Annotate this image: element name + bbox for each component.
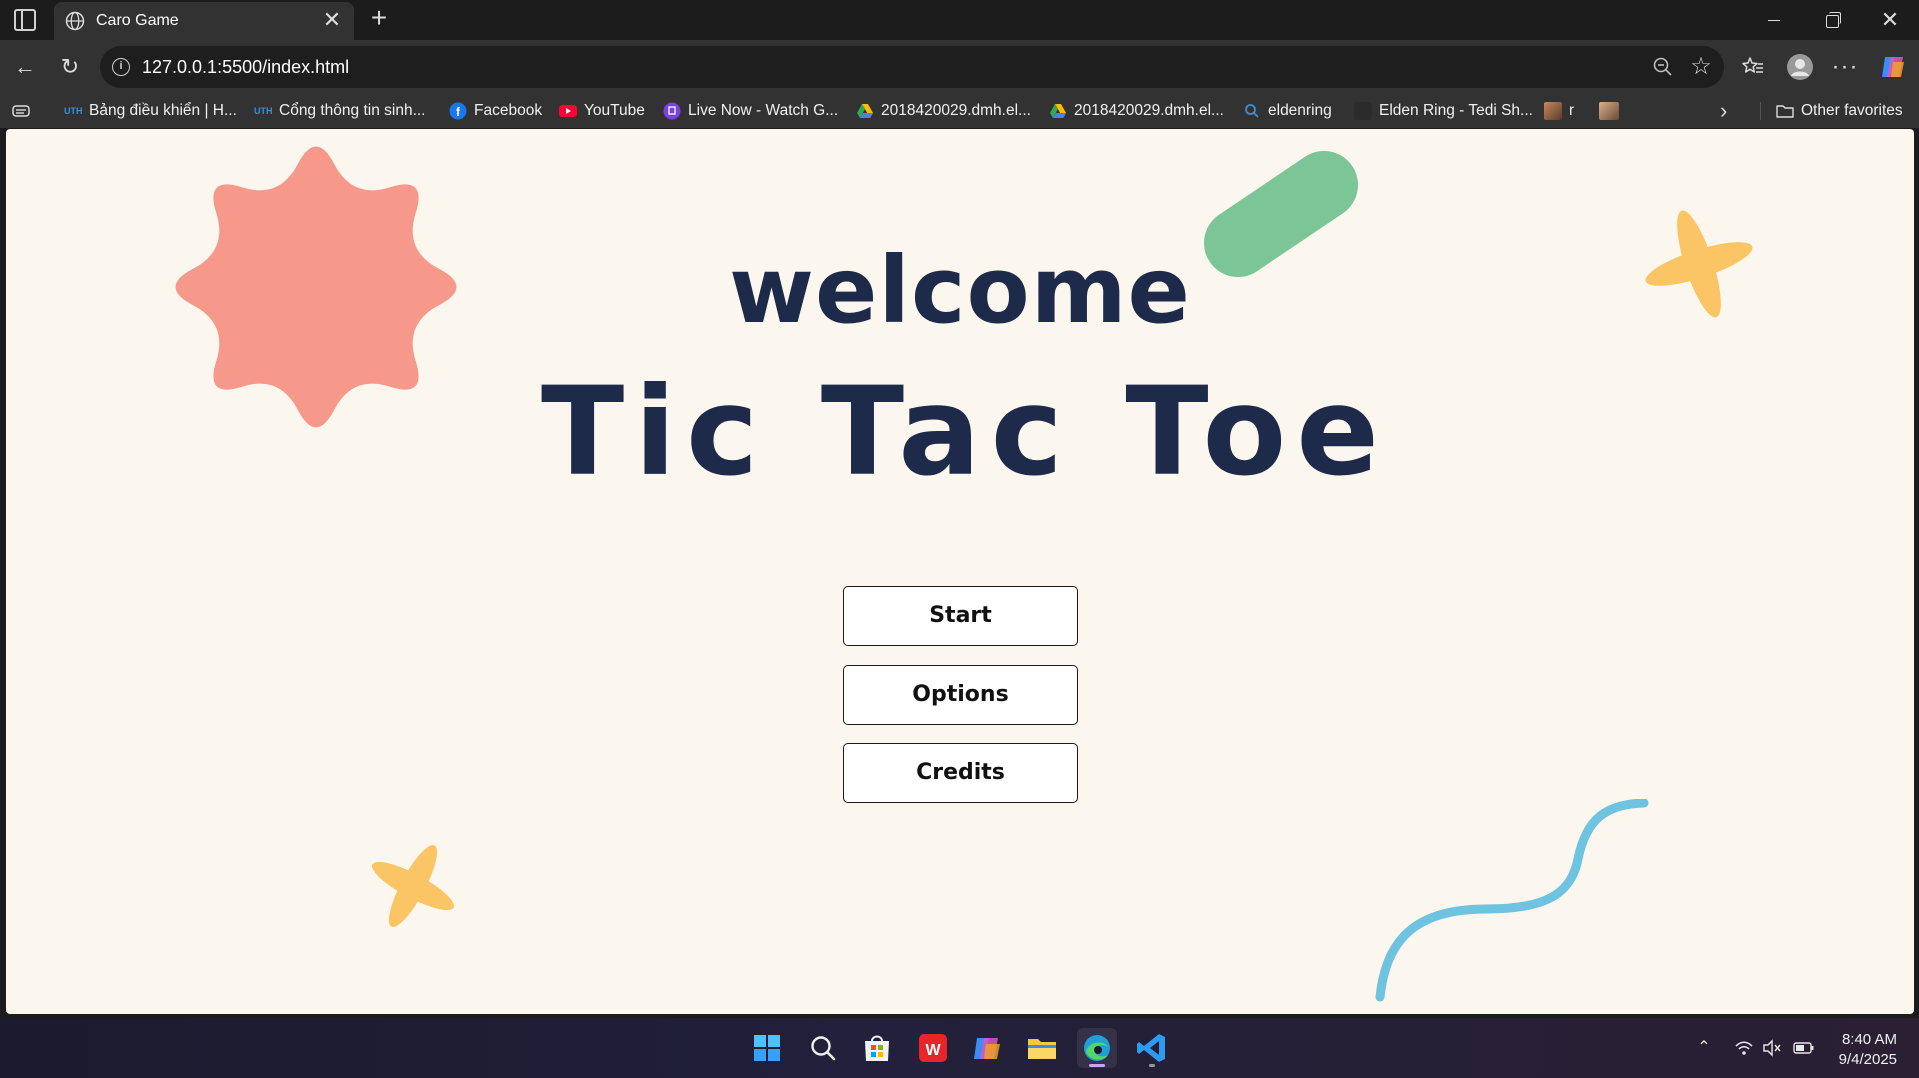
credits-button[interactable]: Credits bbox=[843, 743, 1078, 803]
bookmark-item[interactable]: eldenring bbox=[1243, 100, 1332, 122]
bookmark-label: eldenring bbox=[1268, 102, 1332, 119]
bookmark-label: 2018420029.dmh.el... bbox=[1074, 102, 1224, 119]
add-favorite-star-icon[interactable]: ☆ bbox=[1688, 54, 1714, 80]
bookmark-item[interactable]: UTH Cổng thông tin sinh... bbox=[254, 100, 426, 122]
bookmark-label: Elden Ring - Tedi Sh... bbox=[1379, 102, 1533, 119]
uth-icon: UTH bbox=[254, 106, 273, 116]
vscode-icon[interactable] bbox=[1132, 1028, 1172, 1068]
other-favorites-label: Other favorites bbox=[1801, 102, 1903, 119]
site-info-icon[interactable]: i bbox=[112, 58, 130, 76]
bookmarks-bar: UTH Bảng điều khiển | H... UTH Cổng thôn… bbox=[0, 94, 1919, 128]
other-favorites[interactable]: Other favorites bbox=[1776, 100, 1903, 122]
bookmarks-divider bbox=[1760, 102, 1761, 120]
uth-icon: UTH bbox=[64, 106, 83, 116]
video-icon bbox=[1354, 102, 1372, 120]
file-explorer-icon[interactable] bbox=[1022, 1028, 1062, 1068]
reading-view-icon[interactable] bbox=[12, 100, 37, 122]
wifi-icon[interactable] bbox=[1734, 1038, 1754, 1058]
game-title: Tic Tac Toe bbox=[540, 361, 1390, 503]
running-app-indicator bbox=[1149, 1064, 1155, 1067]
system-clock[interactable]: 8:40 AM 9/4/2025 bbox=[1839, 1030, 1897, 1070]
svg-text:W: W bbox=[925, 1042, 941, 1059]
options-button[interactable]: Options bbox=[843, 665, 1078, 725]
bookmark-label: Live Now - Watch G... bbox=[688, 102, 839, 119]
clock-time: 8:40 AM bbox=[1841, 1031, 1897, 1048]
yellow-sparkle-decoration bbox=[371, 844, 455, 928]
active-app-indicator bbox=[1089, 1064, 1105, 1067]
tab-title: Caro Game bbox=[96, 12, 179, 29]
new-tab-button[interactable]: + bbox=[364, 4, 394, 34]
bookmark-label: r bbox=[1569, 102, 1575, 119]
bookmark-item[interactable] bbox=[1599, 100, 1626, 122]
folder-icon bbox=[1776, 105, 1794, 118]
zoom-out-icon[interactable] bbox=[1652, 56, 1674, 78]
youtube-icon bbox=[559, 105, 577, 117]
url-text[interactable]: 127.0.0.1:5500/index.html bbox=[142, 57, 349, 78]
bookmark-item[interactable]: UTH Bảng điều khiển | H... bbox=[64, 100, 237, 122]
bookmark-label: Cổng thông tin sinh... bbox=[279, 102, 426, 119]
wps-office-icon[interactable]: W bbox=[913, 1028, 953, 1068]
browser-tab-active[interactable]: Caro Game ✕ bbox=[54, 2, 354, 40]
copilot-icon[interactable] bbox=[1878, 52, 1908, 82]
search-icon bbox=[1245, 104, 1259, 118]
back-arrow-icon[interactable]: ← bbox=[10, 52, 40, 82]
bookmark-item[interactable]: 2018420029.dmh.el... bbox=[1049, 100, 1224, 122]
minimize-window-icon[interactable] bbox=[1745, 0, 1803, 40]
bookmark-item[interactable]: r bbox=[1544, 100, 1574, 122]
chevron-right-icon[interactable]: › bbox=[1720, 98, 1727, 124]
search-icon[interactable] bbox=[803, 1028, 843, 1068]
globe-icon bbox=[65, 11, 85, 31]
battery-icon[interactable] bbox=[1793, 1038, 1814, 1058]
bookmark-label: Bảng điều khiển | H... bbox=[89, 102, 237, 119]
address-bar[interactable]: i 127.0.0.1:5500/index.html ☆ bbox=[100, 46, 1724, 88]
restore-window-icon[interactable] bbox=[1803, 0, 1861, 40]
edge-icon[interactable] bbox=[1077, 1028, 1117, 1068]
bookmark-item[interactable]: f Facebook bbox=[449, 100, 542, 122]
twitch-icon bbox=[663, 102, 681, 120]
bookmark-label: Facebook bbox=[474, 102, 543, 119]
bookmark-item[interactable]: Elden Ring - Tedi Sh... bbox=[1354, 100, 1533, 122]
bookmark-label: 2018420029.dmh.el... bbox=[881, 102, 1031, 119]
profile-avatar-icon[interactable] bbox=[1785, 52, 1815, 82]
chevron-up-icon[interactable]: ⌃ bbox=[1694, 1038, 1714, 1058]
google-drive-icon bbox=[857, 104, 873, 118]
blue-squiggle-decoration bbox=[1375, 799, 1649, 1002]
close-window-icon[interactable]: ✕ bbox=[1861, 0, 1919, 40]
reload-icon[interactable]: ↻ bbox=[55, 52, 85, 82]
google-drive-icon bbox=[1050, 104, 1066, 118]
facebook-icon: f bbox=[449, 102, 467, 120]
bookmark-item[interactable]: 2018420029.dmh.el... bbox=[856, 100, 1031, 122]
bookmark-label: YouTube bbox=[584, 102, 645, 119]
microsoft-store-icon[interactable] bbox=[857, 1028, 897, 1068]
welcome-heading: welcome bbox=[729, 237, 1191, 344]
browser-toolbar: ← ↻ i 127.0.0.1:5500/index.html ☆ ··· bbox=[0, 40, 1919, 94]
image-icon bbox=[1599, 102, 1619, 120]
windows-taskbar: W ⌃ 8:40 AM 9/4/2025 bbox=[0, 1018, 1919, 1078]
clock-date: 9/4/2025 bbox=[1838, 1051, 1897, 1068]
volume-muted-icon[interactable] bbox=[1762, 1038, 1782, 1058]
bookmark-item[interactable]: Live Now - Watch G... bbox=[663, 100, 838, 122]
page-viewport: welcome Tic Tac Toe Start Options Credit… bbox=[6, 129, 1914, 1014]
tab-close-icon[interactable]: ✕ bbox=[320, 8, 344, 32]
sidebar-toggle-icon[interactable] bbox=[14, 9, 36, 31]
copilot-icon[interactable] bbox=[967, 1028, 1007, 1068]
bookmark-item[interactable]: YouTube bbox=[559, 100, 645, 122]
start-button[interactable]: Start bbox=[843, 586, 1078, 646]
windows-start-icon[interactable] bbox=[747, 1028, 787, 1068]
image-icon bbox=[1544, 102, 1562, 120]
favorites-icon[interactable] bbox=[1738, 52, 1768, 82]
more-options-icon[interactable]: ··· bbox=[1830, 52, 1860, 82]
browser-titlebar: Caro Game ✕ + ✕ bbox=[0, 0, 1919, 40]
